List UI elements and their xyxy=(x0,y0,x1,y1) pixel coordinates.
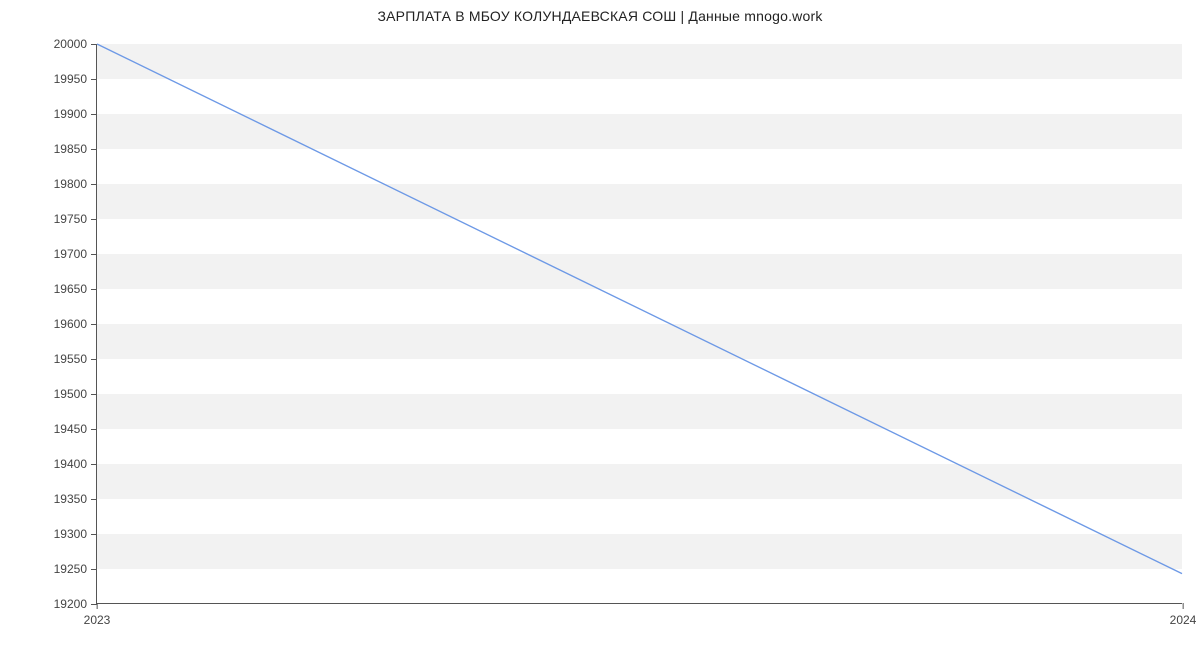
y-tick-label: 19250 xyxy=(54,562,97,576)
y-tick-label: 19500 xyxy=(54,387,97,401)
plot-area: 1920019250193001935019400194501950019550… xyxy=(96,44,1182,604)
y-tick-label: 19800 xyxy=(54,177,97,191)
y-tick-label: 19350 xyxy=(54,492,97,506)
y-tick-label: 19450 xyxy=(54,422,97,436)
y-tick-label: 19600 xyxy=(54,317,97,331)
y-tick-label: 20000 xyxy=(54,37,97,51)
y-tick-label: 19750 xyxy=(54,212,97,226)
y-tick-label: 19650 xyxy=(54,282,97,296)
y-tick-label: 19900 xyxy=(54,107,97,121)
y-tick-label: 19950 xyxy=(54,72,97,86)
x-tick-label: 2024 xyxy=(1170,603,1197,627)
chart-title: ЗАРПЛАТА В МБОУ КОЛУНДАЕВСКАЯ СОШ | Данн… xyxy=(0,8,1200,24)
y-tick-label: 19850 xyxy=(54,142,97,156)
line-series xyxy=(97,44,1182,603)
y-tick-label: 19300 xyxy=(54,527,97,541)
y-tick-label: 19400 xyxy=(54,457,97,471)
y-tick-label: 19700 xyxy=(54,247,97,261)
y-tick-label: 19550 xyxy=(54,352,97,366)
x-tick-label: 2023 xyxy=(84,603,111,627)
